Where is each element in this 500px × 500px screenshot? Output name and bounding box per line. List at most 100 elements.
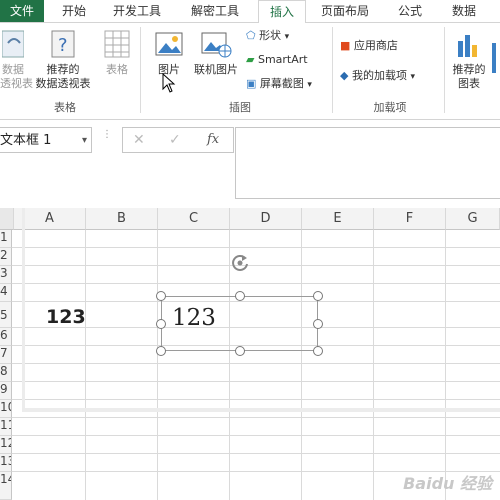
row-header-4[interactable]: 4 bbox=[0, 284, 12, 302]
pivot-table-button[interactable]: 数据 透视表 bbox=[0, 29, 33, 91]
ghost-frame bbox=[22, 408, 500, 412]
store-icon: ■ bbox=[340, 39, 351, 52]
gridline bbox=[12, 417, 500, 418]
resize-handle-right[interactable] bbox=[313, 319, 323, 329]
gridline bbox=[85, 230, 86, 500]
drag-handle-icon[interactable]: ⋮ bbox=[102, 130, 112, 147]
shapes-label: 形状 bbox=[259, 29, 282, 42]
column-header-f[interactable]: F bbox=[374, 208, 446, 230]
text-box[interactable]: 123 bbox=[161, 296, 318, 351]
gridline bbox=[301, 230, 302, 500]
formula-buttons: ✕ ✓ fx bbox=[122, 127, 234, 153]
tab-decrypt[interactable]: 解密工具 bbox=[182, 0, 248, 22]
chevron-down-icon[interactable]: ▾ bbox=[82, 128, 87, 154]
rotate-handle-icon[interactable] bbox=[229, 252, 251, 274]
name-box-value: 文本框 1 bbox=[0, 133, 52, 148]
chevron-down-icon: ▾ bbox=[284, 32, 290, 42]
my-addins-button[interactable]: ◆ 我的加载项 ▾ bbox=[340, 67, 415, 85]
gridline bbox=[12, 399, 500, 400]
ribbon: 数据 透视表 ? 推荐的 数据透视表 表格 表格 图片 联机图片 ⬠ 形状 ▾ … bbox=[0, 23, 500, 120]
gridline bbox=[12, 247, 500, 248]
chevron-down-icon: ▾ bbox=[307, 80, 312, 90]
resize-handle-bottom-right[interactable] bbox=[313, 346, 323, 356]
store-label: 应用商店 bbox=[353, 39, 398, 52]
gridline bbox=[12, 265, 500, 266]
gridline bbox=[12, 381, 500, 382]
chevron-down-icon: ▾ bbox=[410, 72, 415, 82]
watermark: Baidu 经验 bbox=[403, 474, 492, 493]
group-separator bbox=[444, 27, 445, 113]
row-header-13[interactable]: 13 bbox=[0, 454, 12, 472]
column-header-c[interactable]: C bbox=[158, 208, 230, 230]
tab-developer[interactable]: 开发工具 bbox=[104, 0, 170, 22]
resize-handle-top-right[interactable] bbox=[313, 291, 323, 301]
column-header-g[interactable]: G bbox=[446, 208, 500, 230]
row-header-1[interactable]: 1 bbox=[0, 230, 12, 248]
picture-icon bbox=[155, 32, 183, 56]
row-header-8[interactable]: 8 bbox=[0, 364, 12, 382]
row-header-2[interactable]: 2 bbox=[0, 248, 12, 266]
text-box-content: 123 bbox=[172, 305, 216, 331]
online-picture-button[interactable]: 联机图片 bbox=[190, 29, 242, 77]
table-icon bbox=[104, 30, 130, 58]
screenshot-label: 屏幕截图 bbox=[259, 77, 304, 90]
enter-icon[interactable]: ✓ bbox=[169, 132, 181, 148]
tab-data[interactable]: 数据 bbox=[442, 0, 486, 22]
group-label-illustrations: 插图 bbox=[229, 101, 251, 114]
recommended-pivot-button[interactable]: ? 推荐的 数据透视表 bbox=[30, 29, 96, 91]
resize-handle-left[interactable] bbox=[156, 319, 166, 329]
row-header-6[interactable]: 6 bbox=[0, 328, 12, 346]
fx-icon[interactable]: fx bbox=[207, 132, 219, 147]
screenshot-button[interactable]: ▣ 屏幕截图 ▾ bbox=[246, 75, 312, 93]
tab-page-layout[interactable]: 页面布局 bbox=[312, 0, 378, 22]
row-header-11[interactable]: 11 bbox=[0, 418, 12, 436]
screenshot-icon: ▣ bbox=[246, 77, 257, 90]
resize-handle-bottom[interactable] bbox=[235, 346, 245, 356]
table-label: 表格 bbox=[106, 63, 128, 76]
smartart-button[interactable]: ▰ SmartArt bbox=[246, 51, 308, 69]
row-header-14[interactable]: 14 bbox=[0, 472, 12, 500]
tab-home[interactable]: 开始 bbox=[52, 0, 96, 22]
bar-chart-icon[interactable] bbox=[492, 33, 500, 83]
cancel-icon[interactable]: ✕ bbox=[133, 132, 145, 148]
row-header-10[interactable]: 10 bbox=[0, 400, 12, 418]
recommended-charts-button[interactable]: 推荐的 图表 bbox=[448, 29, 490, 91]
smartart-label: SmartArt bbox=[257, 53, 308, 66]
table-button[interactable]: 表格 bbox=[100, 29, 134, 77]
group-label-tables: 表格 bbox=[54, 101, 76, 114]
gridline bbox=[12, 363, 500, 364]
online-picture-icon bbox=[201, 32, 232, 58]
smartart-icon: ▰ bbox=[246, 53, 255, 66]
resize-handle-top-left[interactable] bbox=[156, 291, 166, 301]
select-all-corner[interactable] bbox=[0, 208, 14, 230]
row-header-12[interactable]: 12 bbox=[0, 436, 12, 454]
column-header-d[interactable]: D bbox=[230, 208, 302, 230]
resize-handle-bottom-left[interactable] bbox=[156, 346, 166, 356]
shapes-button[interactable]: ⬠ 形状 ▾ bbox=[246, 27, 289, 45]
store-button[interactable]: ■ 应用商店 bbox=[340, 37, 398, 55]
formula-input[interactable] bbox=[235, 127, 500, 199]
recommended-charts-label: 推荐的 图表 bbox=[452, 63, 486, 90]
tab-insert[interactable]: 插入 bbox=[258, 0, 306, 24]
gridline bbox=[373, 230, 374, 500]
column-header-e[interactable]: E bbox=[302, 208, 374, 230]
gridline bbox=[157, 230, 158, 500]
tab-formulas[interactable]: 公式 bbox=[388, 0, 432, 22]
picture-button[interactable]: 图片 bbox=[150, 29, 188, 77]
row-header-5[interactable]: 5 bbox=[0, 302, 12, 328]
row-header-7[interactable]: 7 bbox=[0, 346, 12, 364]
gridline bbox=[12, 435, 500, 436]
tab-file[interactable]: 文件 bbox=[0, 0, 44, 22]
row-header-3[interactable]: 3 bbox=[0, 266, 12, 284]
name-box[interactable]: 文本框 1 ▾ bbox=[0, 127, 92, 153]
online-picture-label: 联机图片 bbox=[194, 63, 238, 76]
row-header-9[interactable]: 9 bbox=[0, 382, 12, 400]
recommended-pivot-icon: ? bbox=[51, 30, 75, 58]
my-addins-label: 我的加载项 bbox=[351, 69, 407, 82]
gridline bbox=[12, 283, 500, 284]
gridline bbox=[12, 453, 500, 454]
resize-handle-top[interactable] bbox=[235, 291, 245, 301]
column-header-b[interactable]: B bbox=[86, 208, 158, 230]
ghost-frame bbox=[22, 208, 25, 412]
svg-text:?: ? bbox=[58, 35, 68, 56]
